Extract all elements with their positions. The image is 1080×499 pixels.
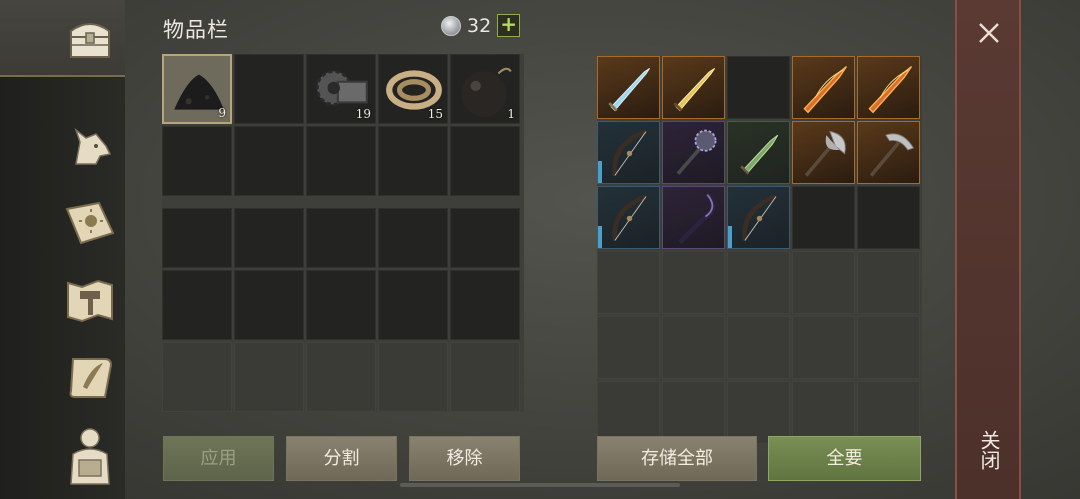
storage-slot[interactable] bbox=[727, 316, 790, 379]
inventory-slot[interactable]: 1 bbox=[450, 54, 520, 124]
item-quantity: 9 bbox=[218, 106, 226, 120]
storage-slot[interactable] bbox=[857, 56, 920, 119]
inventory-slot[interactable] bbox=[450, 208, 520, 268]
item-quantity: 15 bbox=[427, 107, 443, 121]
close-label[interactable]: 关闭 bbox=[975, 430, 1004, 470]
nav-tab-character[interactable] bbox=[55, 425, 125, 487]
item-quantity: 19 bbox=[355, 107, 371, 121]
nav-tab-pet[interactable] bbox=[55, 117, 125, 179]
storage-slot[interactable] bbox=[597, 251, 660, 314]
inventory-slot[interactable] bbox=[234, 208, 304, 268]
inventory-slot[interactable] bbox=[378, 208, 448, 268]
currency-display: 32 + bbox=[441, 14, 521, 37]
inventory-slot[interactable]: 9 bbox=[162, 54, 232, 124]
inventory-slot[interactable] bbox=[450, 126, 520, 196]
storage-slot[interactable] bbox=[792, 251, 855, 314]
wolf-head-icon bbox=[74, 127, 112, 165]
currency-value: 32 bbox=[467, 14, 492, 37]
inventory-slot[interactable] bbox=[306, 342, 376, 412]
inventory-slot[interactable] bbox=[162, 208, 232, 268]
inventory-slot[interactable]: 19 bbox=[306, 54, 376, 124]
storage-slot[interactable] bbox=[597, 186, 660, 249]
storage-slot[interactable] bbox=[792, 316, 855, 379]
tier-indicator bbox=[598, 226, 602, 248]
bottom-scrollbar[interactable] bbox=[400, 483, 680, 487]
storage-slot[interactable] bbox=[857, 186, 920, 249]
storage-slot[interactable] bbox=[857, 251, 920, 314]
nav-tab-inventory[interactable] bbox=[0, 0, 125, 77]
storage-slot[interactable] bbox=[727, 121, 790, 184]
remove-button[interactable]: 移除 bbox=[409, 436, 520, 481]
sun-book-icon bbox=[65, 201, 115, 245]
storage-slot[interactable] bbox=[662, 121, 725, 184]
storage-slot[interactable] bbox=[662, 316, 725, 379]
add-currency-button[interactable]: + bbox=[497, 14, 521, 37]
inventory-slot[interactable] bbox=[450, 270, 520, 340]
hammer-map-icon bbox=[67, 279, 113, 323]
nav-tab-crafting[interactable] bbox=[55, 270, 125, 332]
storage-slot[interactable] bbox=[727, 251, 790, 314]
inventory-slot[interactable] bbox=[234, 270, 304, 340]
storage-slot[interactable] bbox=[597, 316, 660, 379]
inventory-slot[interactable] bbox=[306, 208, 376, 268]
storage-slot[interactable] bbox=[857, 316, 920, 379]
storage-slot[interactable] bbox=[597, 56, 660, 119]
storage-slot[interactable] bbox=[662, 381, 725, 444]
inventory-slot[interactable] bbox=[234, 54, 304, 124]
nav-tab-journal[interactable] bbox=[55, 193, 125, 255]
inventory-slot[interactable] bbox=[162, 126, 232, 196]
storage-slot[interactable] bbox=[727, 186, 790, 249]
storage-slot[interactable] bbox=[662, 56, 725, 119]
storage-slot[interactable] bbox=[662, 186, 725, 249]
close-icon[interactable] bbox=[976, 20, 1002, 46]
storage-slot[interactable] bbox=[597, 121, 660, 184]
storage-slot[interactable] bbox=[727, 381, 790, 444]
inventory-slot[interactable] bbox=[162, 270, 232, 340]
inventory-grid: 9 19 15 1 bbox=[162, 54, 524, 412]
inventory-slot[interactable] bbox=[378, 270, 448, 340]
tier-indicator bbox=[728, 226, 732, 248]
storage-slot[interactable] bbox=[792, 186, 855, 249]
inventory-slot[interactable] bbox=[378, 342, 448, 412]
inventory-slot[interactable]: 15 bbox=[378, 54, 448, 124]
inventory-slot[interactable] bbox=[234, 342, 304, 412]
storage-grid bbox=[597, 56, 922, 444]
gem-icon bbox=[441, 15, 461, 36]
scroll-quill-icon bbox=[69, 358, 113, 398]
inventory-slot[interactable] bbox=[306, 126, 376, 196]
inventory-slot[interactable] bbox=[378, 126, 448, 196]
side-nav bbox=[0, 0, 125, 499]
store-all-button[interactable]: 存储全部 bbox=[597, 436, 757, 481]
close-panel[interactable]: 关闭 bbox=[955, 0, 1021, 499]
split-button[interactable]: 分割 bbox=[286, 436, 397, 481]
page-title: 物品栏 bbox=[163, 18, 229, 42]
character-backpack-icon bbox=[70, 428, 110, 485]
tier-indicator bbox=[598, 161, 602, 183]
inventory-slot[interactable] bbox=[162, 342, 232, 412]
inventory-slot[interactable] bbox=[306, 270, 376, 340]
storage-slot[interactable] bbox=[792, 121, 855, 184]
storage-slot[interactable] bbox=[792, 381, 855, 444]
treasure-chest-icon bbox=[70, 22, 110, 58]
storage-slot[interactable] bbox=[727, 56, 790, 119]
inventory-slot[interactable] bbox=[450, 342, 520, 412]
nav-tab-quests[interactable] bbox=[55, 347, 125, 409]
storage-slot[interactable] bbox=[857, 381, 920, 444]
storage-slot[interactable] bbox=[857, 121, 920, 184]
inventory-slot[interactable] bbox=[234, 126, 304, 196]
storage-slot[interactable] bbox=[597, 381, 660, 444]
item-quantity: 1 bbox=[507, 107, 515, 121]
take-all-button[interactable]: 全要 bbox=[768, 436, 921, 481]
storage-slot[interactable] bbox=[792, 56, 855, 119]
storage-slot[interactable] bbox=[662, 251, 725, 314]
apply-button[interactable]: 应用 bbox=[163, 436, 274, 481]
